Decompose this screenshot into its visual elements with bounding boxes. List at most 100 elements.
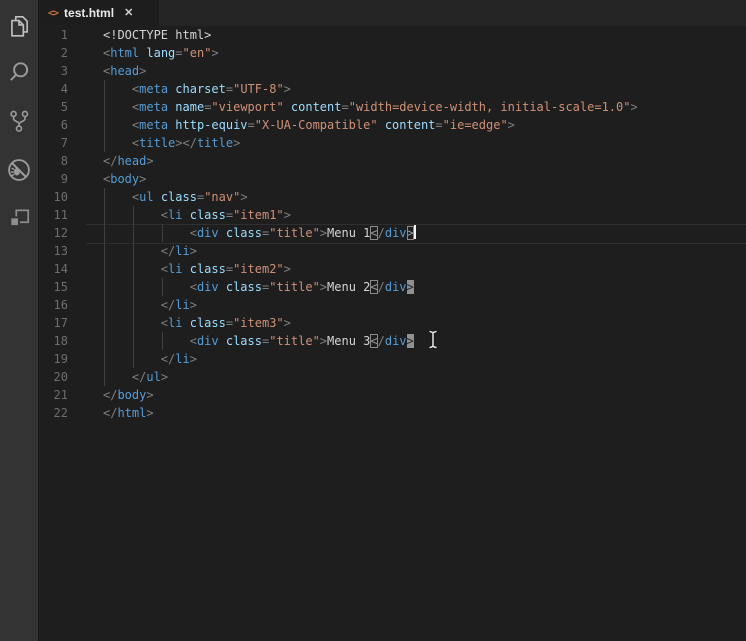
code-line-4[interactable]: 4 <meta charset="UTF-8"> bbox=[38, 80, 746, 98]
code-line-16[interactable]: 16 </li> bbox=[38, 296, 746, 314]
code-line-20[interactable]: 20 </ul> bbox=[38, 368, 746, 386]
line-number[interactable]: 21 bbox=[38, 386, 68, 404]
code-line-3[interactable]: 3 <head> bbox=[38, 62, 746, 80]
indent-guide bbox=[104, 314, 105, 332]
indent-guide bbox=[104, 188, 105, 206]
search-icon[interactable] bbox=[0, 53, 38, 91]
indent-guide bbox=[104, 242, 105, 260]
code-text: <title></title> bbox=[103, 134, 240, 152]
token: Menu 2 bbox=[327, 280, 371, 294]
extensions-icon[interactable] bbox=[0, 200, 38, 238]
code-line-6[interactable]: 6 <meta http-equiv="X-UA-Compatible" con… bbox=[38, 116, 746, 134]
line-number[interactable]: 7 bbox=[38, 134, 68, 152]
close-icon[interactable]: ✕ bbox=[124, 7, 133, 19]
line-number[interactable]: 15 bbox=[38, 278, 68, 296]
code-line-7[interactable]: 7 <title></title> bbox=[38, 134, 746, 152]
line-number[interactable]: 17 bbox=[38, 314, 68, 332]
code-line-14[interactable]: 14 <li class="item2"> bbox=[38, 260, 746, 278]
token: Menu 3 bbox=[327, 334, 371, 348]
code-line-1[interactable]: 1 <!DOCTYPE html> bbox=[38, 26, 746, 44]
line-number[interactable]: 12 bbox=[38, 224, 68, 242]
code-text: </ul> bbox=[103, 368, 168, 386]
line-number[interactable]: 6 bbox=[38, 116, 68, 134]
token: "width=device-width, initial-scale=1.0" bbox=[348, 100, 631, 114]
code-lines: 1 <!DOCTYPE html> 2 <html lang="en"> 3 <head>… bbox=[38, 26, 746, 422]
line-number[interactable]: 22 bbox=[38, 404, 68, 422]
token: > bbox=[146, 406, 154, 420]
token: name bbox=[175, 100, 205, 114]
code-line-22[interactable]: 22 </html> bbox=[38, 404, 746, 422]
line-number[interactable]: 16 bbox=[38, 296, 68, 314]
token: head bbox=[110, 64, 140, 78]
token: meta bbox=[139, 82, 169, 96]
indent-guide bbox=[104, 278, 105, 296]
code-line-9[interactable]: 9 <body> bbox=[38, 170, 746, 188]
token: "item3" bbox=[233, 316, 284, 330]
token: div bbox=[196, 334, 219, 348]
line-number[interactable]: 3 bbox=[38, 62, 68, 80]
code-line-19[interactable]: 19 </li> bbox=[38, 350, 746, 368]
code-line-17[interactable]: 17 <li class="item3"> bbox=[38, 314, 746, 332]
token: > bbox=[160, 370, 169, 384]
line-number[interactable]: 1 bbox=[38, 26, 68, 44]
code-line-8[interactable]: 8 </head> bbox=[38, 152, 746, 170]
code-text: <meta charset="UTF-8"> bbox=[103, 80, 291, 98]
vscode-window: <> test.html ✕ 1 <!DOCTYPE html> 2 <html la… bbox=[0, 0, 746, 641]
indent-guide bbox=[161, 278, 163, 296]
code-line-5[interactable]: 5 <meta name="viewport" content="width=d… bbox=[38, 98, 746, 116]
token: = bbox=[341, 100, 349, 114]
line-number[interactable]: 14 bbox=[38, 260, 68, 278]
token: "title" bbox=[269, 334, 320, 348]
token: class bbox=[189, 208, 226, 222]
line-number[interactable]: 19 bbox=[38, 350, 68, 368]
token: html bbox=[110, 46, 140, 60]
token: = bbox=[225, 262, 234, 276]
line-number[interactable]: 20 bbox=[38, 368, 68, 386]
token: "UTF-8" bbox=[233, 82, 284, 96]
indent-guide bbox=[104, 350, 105, 368]
code-line-10[interactable]: 10 <ul class="nav"> bbox=[38, 188, 746, 206]
code-line-11[interactable]: 11 <li class="item1"> bbox=[38, 206, 746, 224]
token: < bbox=[370, 280, 378, 294]
code-line-12[interactable]: 12 <div class="title">Menu 1</div> bbox=[38, 224, 746, 244]
files-icon[interactable] bbox=[0, 7, 38, 45]
tab-test-html[interactable]: <> test.html ✕ bbox=[38, 0, 159, 26]
code-line-2[interactable]: 2 <html lang="en"> bbox=[38, 44, 746, 62]
code-text: </body> bbox=[103, 386, 154, 404]
line-number[interactable]: 2 bbox=[38, 44, 68, 62]
token: > bbox=[319, 280, 328, 294]
token: body bbox=[110, 172, 140, 186]
token: ></ bbox=[175, 136, 197, 150]
code-text: <div class="title">Menu 1</div> bbox=[103, 224, 416, 242]
code-line-18[interactable]: 18 <div class="title">Menu 3</div> bbox=[38, 332, 746, 350]
line-number[interactable]: 13 bbox=[38, 242, 68, 260]
line-number[interactable]: 11 bbox=[38, 206, 68, 224]
line-number[interactable]: 18 bbox=[38, 332, 68, 350]
token: "title" bbox=[269, 280, 320, 294]
git-branch-icon[interactable] bbox=[0, 102, 38, 140]
debug-bug-icon[interactable] bbox=[0, 151, 38, 189]
token: "X-UA-Compatible" bbox=[254, 118, 378, 132]
code-line-21[interactable]: 21 </body> bbox=[38, 386, 746, 404]
line-number[interactable]: 8 bbox=[38, 152, 68, 170]
token: > bbox=[189, 244, 197, 258]
token: class bbox=[160, 190, 197, 204]
token: "ie=edge" bbox=[442, 118, 508, 132]
token: lang bbox=[146, 46, 176, 60]
indent-guide bbox=[132, 260, 134, 278]
token: > bbox=[240, 190, 248, 204]
line-number[interactable]: 9 bbox=[38, 170, 68, 188]
code-line-15[interactable]: 15 <div class="title">Menu 2</div> bbox=[38, 278, 746, 296]
code-line-13[interactable]: 13 </li> bbox=[38, 242, 746, 260]
code-text: <ul class="nav"> bbox=[103, 188, 248, 206]
token: > bbox=[283, 262, 291, 276]
line-number[interactable]: 10 bbox=[38, 188, 68, 206]
line-number[interactable]: 4 bbox=[38, 80, 68, 98]
line-number[interactable]: 5 bbox=[38, 98, 68, 116]
